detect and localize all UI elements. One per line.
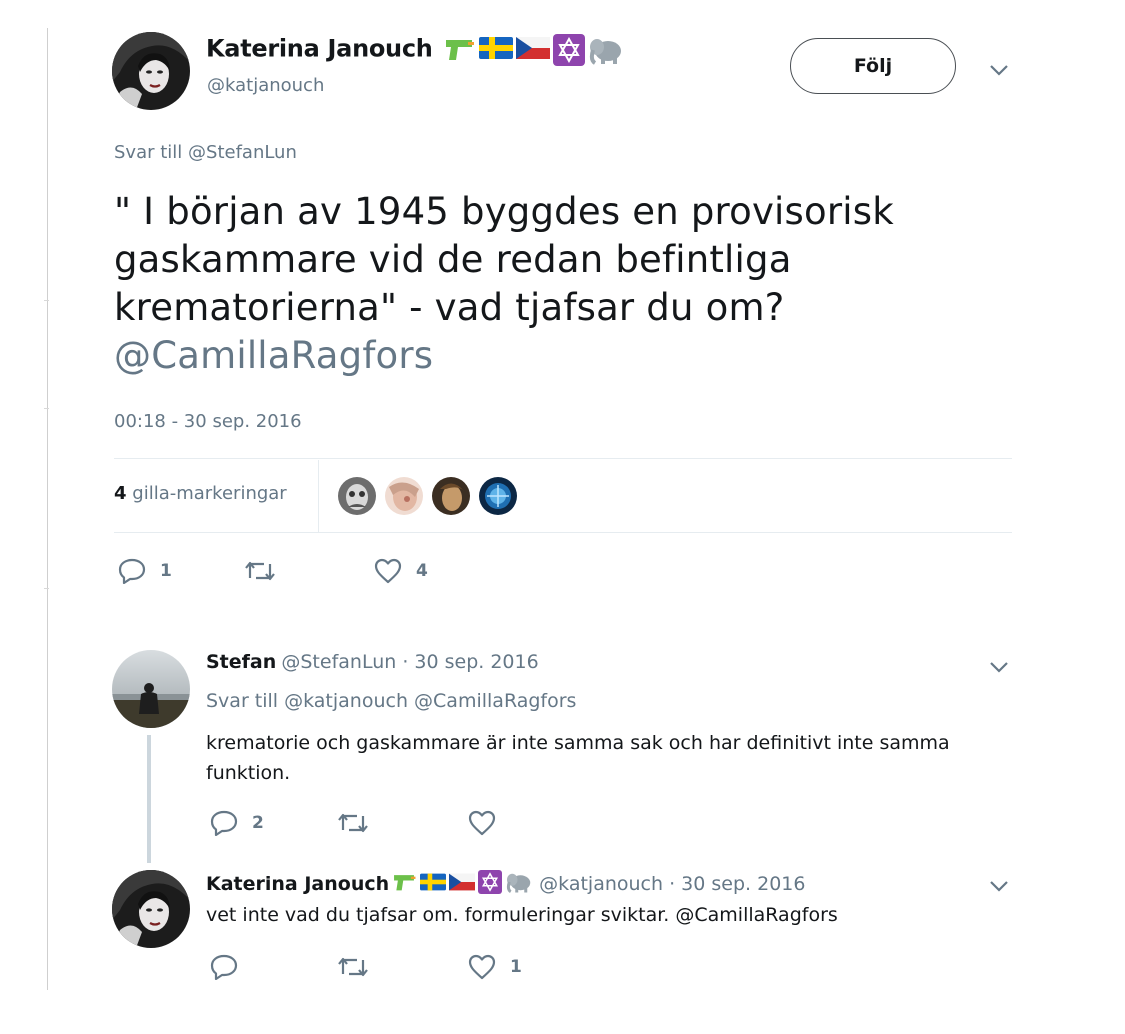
reply-text-line: krematorie och gaskammare är inte samma … xyxy=(206,732,950,754)
reply-header: Katerina Janouch @katjanouch · 30 sep. 2… xyxy=(206,870,805,898)
border-tick xyxy=(44,588,49,589)
reply-text: krematorie och gaskammare är inte samma … xyxy=(206,728,1006,788)
tweet-text: " I början av 1945 byggdes en provisoris… xyxy=(114,188,1014,380)
reply-author-name[interactable]: Stefan xyxy=(206,651,276,673)
star-of-david-icon xyxy=(552,34,585,70)
tweet-timestamp[interactable]: 00:18 - 30 sep. 2016 xyxy=(114,411,302,432)
likes-count[interactable]: 4 gilla-markeringar xyxy=(114,483,287,504)
reply-count: 2 xyxy=(252,813,264,833)
retweet-button[interactable] xyxy=(337,810,383,836)
water-pistol-icon xyxy=(442,34,476,70)
flag-czech-icon xyxy=(515,34,550,70)
page-left-border xyxy=(47,28,48,990)
elephant-icon xyxy=(588,34,624,70)
tweet-text-line: gaskammare vid de redan befintliga xyxy=(114,238,792,281)
likes-label: gilla-markeringar xyxy=(132,483,287,504)
tweet-mention-link[interactable]: @CamillaRagfors xyxy=(114,332,1014,380)
reply-icon xyxy=(118,558,146,584)
reply-meta[interactable]: @katjanouch · 30 sep. 2016 xyxy=(539,873,805,895)
reply-to-label[interactable]: Svar till @StefanLun xyxy=(114,142,297,163)
reply-icon xyxy=(210,954,238,980)
reply-author-name[interactable]: Katerina Janouch xyxy=(206,873,389,895)
reply-button[interactable]: 1 xyxy=(118,558,172,584)
chevron-down-icon[interactable] xyxy=(988,62,1010,76)
name-emoji-row xyxy=(442,34,624,70)
chevron-down-icon[interactable] xyxy=(988,659,1010,673)
author-name[interactable]: Katerina Janouch xyxy=(206,35,433,63)
author-name-row: Katerina Janouch xyxy=(206,34,624,70)
thread-connector-line xyxy=(147,735,151,863)
avatar[interactable] xyxy=(112,650,190,728)
reply-meta[interactable]: @StefanLun · 30 sep. 2016 xyxy=(281,651,538,673)
flag-sweden-icon xyxy=(478,34,513,70)
follow-button[interactable]: Följ xyxy=(790,38,956,94)
avatar[interactable] xyxy=(112,870,190,948)
liker-avatar[interactable] xyxy=(432,477,470,515)
tweet-text-line: " I början av 1945 byggdes en provisoris… xyxy=(114,190,894,233)
retweet-button[interactable] xyxy=(337,954,383,980)
water-pistol-icon xyxy=(391,870,417,898)
border-tick xyxy=(44,408,49,409)
reply-text: vet inte vad du tjafsar om. formuleringa… xyxy=(206,904,838,926)
heart-icon xyxy=(468,810,496,836)
heart-icon xyxy=(468,954,496,980)
reply-to-label[interactable]: Svar till @katjanouch @CamillaRagfors xyxy=(206,690,576,712)
liker-avatar[interactable] xyxy=(385,477,423,515)
flag-czech-icon xyxy=(449,870,476,898)
name-emoji-row xyxy=(391,870,533,898)
reply-icon xyxy=(210,810,238,836)
star-of-david-icon xyxy=(478,870,503,898)
tweet-text-line: krematorierna" - vad tjafsar du om? xyxy=(114,286,785,329)
retweet-icon xyxy=(338,813,368,833)
flag-sweden-icon xyxy=(420,870,447,898)
liker-avatar[interactable] xyxy=(479,477,517,515)
reply-button[interactable] xyxy=(210,954,252,980)
like-count: 4 xyxy=(416,561,428,581)
like-button[interactable] xyxy=(468,810,510,836)
liker-avatar[interactable] xyxy=(338,477,376,515)
like-count: 1 xyxy=(510,957,522,977)
retweet-button[interactable] xyxy=(244,558,290,584)
retweet-icon xyxy=(338,957,368,977)
heart-icon xyxy=(374,558,402,584)
divider xyxy=(114,532,1012,533)
elephant-icon xyxy=(505,870,533,898)
border-tick xyxy=(44,300,49,301)
author-handle[interactable]: @katjanouch xyxy=(207,75,324,96)
likes-number: 4 xyxy=(114,483,127,504)
reply-header: Stefan @StefanLun · 30 sep. 2016 xyxy=(206,651,539,673)
like-button[interactable]: 1 xyxy=(468,954,522,980)
divider xyxy=(114,458,1012,459)
retweet-icon xyxy=(245,561,275,581)
reply-count: 1 xyxy=(160,561,172,581)
reply-button[interactable]: 2 xyxy=(210,810,264,836)
chevron-down-icon[interactable] xyxy=(988,878,1010,892)
divider-vertical xyxy=(318,460,319,532)
avatar[interactable] xyxy=(112,32,190,110)
reply-text-line: funktion. xyxy=(206,762,291,784)
like-button[interactable]: 4 xyxy=(374,558,428,584)
